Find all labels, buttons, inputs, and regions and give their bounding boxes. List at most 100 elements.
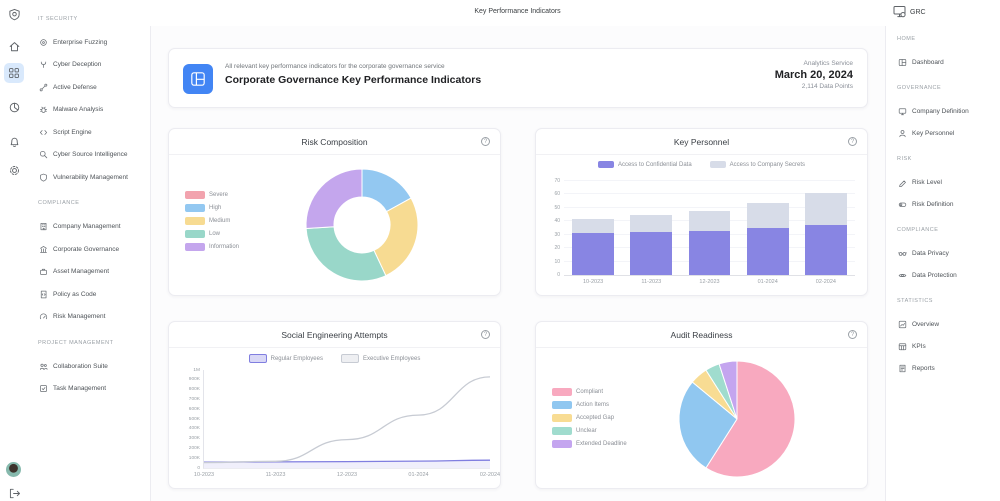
pie-chart — [672, 354, 802, 489]
legend-item-regular-employees[interactable]: Regular Employees — [249, 354, 323, 363]
sidebar-label: IT Security — [38, 16, 78, 22]
bar-01-2024-confidential[interactable] — [747, 228, 789, 275]
app-logo-icon[interactable] — [7, 7, 21, 21]
bar-11-2023-confidential[interactable] — [630, 232, 672, 275]
bar-02-2024-confidential[interactable] — [805, 225, 847, 275]
sidebar-label: Asset Management — [53, 268, 109, 275]
sidebar-label: Compliance — [38, 200, 79, 206]
sidebar-item-risk-management[interactable]: Risk Management — [28, 306, 150, 329]
sidebar-item-active-defense[interactable]: Active Defense — [28, 76, 150, 99]
sidebar-item-task-management[interactable]: Task Management — [28, 378, 150, 401]
line-legend: Regular Employees Executive Employees — [169, 354, 500, 363]
legend-item-unclear[interactable]: Unclear — [552, 427, 627, 435]
help-icon[interactable]: ? — [481, 137, 490, 146]
bar-02-2024-secrets[interactable] — [805, 193, 847, 225]
notifications-bell-icon[interactable] — [7, 134, 21, 148]
sidebar-item-enterprise-fuzzing[interactable]: Enterprise Fuzzing — [28, 31, 150, 54]
sidebar-item-corporate-governance[interactable]: Corporate Governance — [28, 238, 150, 261]
y-axis-tick: 700K — [174, 397, 200, 402]
main-content: All relevant key performance indicators … — [151, 26, 885, 501]
pencil-icon — [897, 177, 907, 187]
person-icon — [897, 128, 907, 138]
legend-swatch — [552, 401, 572, 409]
gridline — [564, 180, 855, 181]
settings-gear-icon[interactable] — [7, 163, 21, 177]
line-executive-employees[interactable] — [204, 377, 490, 463]
legend-item-compliant[interactable]: Compliant — [552, 388, 627, 396]
grc-logo-icon — [893, 5, 906, 20]
help-icon[interactable]: ? — [848, 330, 857, 339]
home-icon[interactable] — [7, 39, 21, 53]
rightnav-item-key-personnel[interactable]: Key Personnel — [897, 122, 1000, 144]
legend-item-extended-deadline[interactable]: Extended Deadline — [552, 440, 627, 448]
sidebar-item-asset-management[interactable]: Asset Management — [28, 261, 150, 284]
logout-icon[interactable] — [7, 486, 21, 500]
bar-10-2023-confidential[interactable] — [572, 233, 614, 275]
sidebar-item-vulnerability-management[interactable]: Vulnerability Management — [28, 166, 150, 189]
slice-information[interactable] — [306, 169, 362, 229]
sidebar-item-cyber-deception[interactable]: Cyber Deception — [28, 54, 150, 77]
legend-item-access-to-confidential-data[interactable]: Access to Confidential Data — [598, 161, 692, 168]
brand: GRC — [893, 5, 926, 20]
rightnav-item-risk-definition[interactable]: Risk Definition — [897, 193, 1000, 215]
y-axis-tick: 30 — [538, 232, 560, 238]
eye-icon — [897, 270, 907, 280]
sidebar-item-policy-as-code[interactable]: Policy as Code — [28, 283, 150, 306]
bar-10-2023-secrets[interactable] — [572, 219, 614, 234]
bar-12-2023-secrets[interactable] — [689, 211, 731, 231]
sidebar-item-malware-analysis[interactable]: Malware Analysis — [28, 99, 150, 122]
legend-item-medium[interactable]: Medium — [185, 217, 239, 225]
rightnav-label: Data Protection — [912, 272, 957, 279]
legend-item-executive-employees[interactable]: Executive Employees — [341, 354, 420, 363]
rightnav-item-risk-level[interactable]: Risk Level — [897, 171, 1000, 193]
bar-01-2024-secrets[interactable] — [747, 203, 789, 229]
legend-swatch — [552, 440, 572, 448]
sidebar-label: Cyber Deception — [53, 61, 101, 68]
sidebar-item-script-engine[interactable]: Script Engine — [28, 121, 150, 144]
y-axis-tick: 500K — [174, 417, 200, 422]
rightnav-item-data-privacy[interactable]: Data Privacy — [897, 242, 1000, 264]
help-icon[interactable]: ? — [481, 330, 490, 339]
x-axis-tick: 12-2023 — [337, 472, 357, 478]
bar-11-2023-secrets[interactable] — [630, 215, 672, 233]
y-axis-tick: 20 — [538, 245, 560, 251]
pie-legend: Compliant Action Items Accepted Gap Unclear… — [552, 388, 627, 448]
right-sidebar: Home Dashboard Governance Company Defini… — [885, 24, 1000, 379]
y-axis-tick: 10 — [538, 259, 560, 265]
rightnav-item-data-protection[interactable]: Data Protection — [897, 264, 1000, 286]
legend-swatch — [710, 161, 726, 168]
rightnav-item-dashboard[interactable]: Dashboard — [897, 51, 1000, 73]
legend-swatch — [249, 354, 267, 363]
x-axis-tick: 12-2023 — [699, 279, 719, 285]
help-icon[interactable]: ? — [848, 137, 857, 146]
legend-item-severe[interactable]: Severe — [185, 191, 239, 199]
legend-item-accepted-gap[interactable]: Accepted Gap — [552, 414, 627, 422]
rightnav-item-company-definition[interactable]: Company Definition — [897, 100, 1000, 122]
user-avatar[interactable] — [6, 462, 21, 477]
people-icon — [38, 361, 48, 371]
y-axis-tick: 50 — [538, 205, 560, 211]
legend-item-information[interactable]: Information — [185, 243, 239, 251]
meta-datapoints: 2,114 Data Points — [775, 83, 853, 90]
bar-12-2023-confidential[interactable] — [689, 231, 731, 275]
legend-item-access-to-company-secrets[interactable]: Access to Company Secrets — [710, 161, 805, 168]
meta-service: Analytics Service — [775, 60, 853, 67]
brand-label: GRC — [910, 9, 926, 16]
sidebar-item-cyber-source-intelligence[interactable]: Cyber Source Intelligence — [28, 144, 150, 167]
rightnav-section-statistics: Statistics — [897, 293, 1000, 313]
legend-item-high[interactable]: High — [185, 204, 239, 212]
legend-item-low[interactable]: Low — [185, 230, 239, 238]
sidebar-item-collaboration-suite[interactable]: Collaboration Suite — [28, 355, 150, 378]
legend-item-action-items[interactable]: Action Items — [552, 401, 627, 409]
shield-icon — [38, 172, 48, 182]
rightnav-item-reports[interactable]: Reports — [897, 357, 1000, 379]
slice-low[interactable] — [306, 227, 386, 281]
rightnav-label: Home — [897, 36, 916, 42]
analytics-pie-icon[interactable] — [7, 100, 21, 114]
sidebar-item-company-management[interactable]: Company Management — [28, 216, 150, 239]
dashboard-icon[interactable] — [4, 63, 24, 83]
rightnav-item-overview[interactable]: Overview — [897, 313, 1000, 335]
y-axis-tick: 600K — [174, 407, 200, 412]
rightnav-item-kpis[interactable]: KPIs — [897, 335, 1000, 357]
audit-readiness-card: Audit Readiness ? CompliantAction ItemsA… — [535, 321, 868, 489]
